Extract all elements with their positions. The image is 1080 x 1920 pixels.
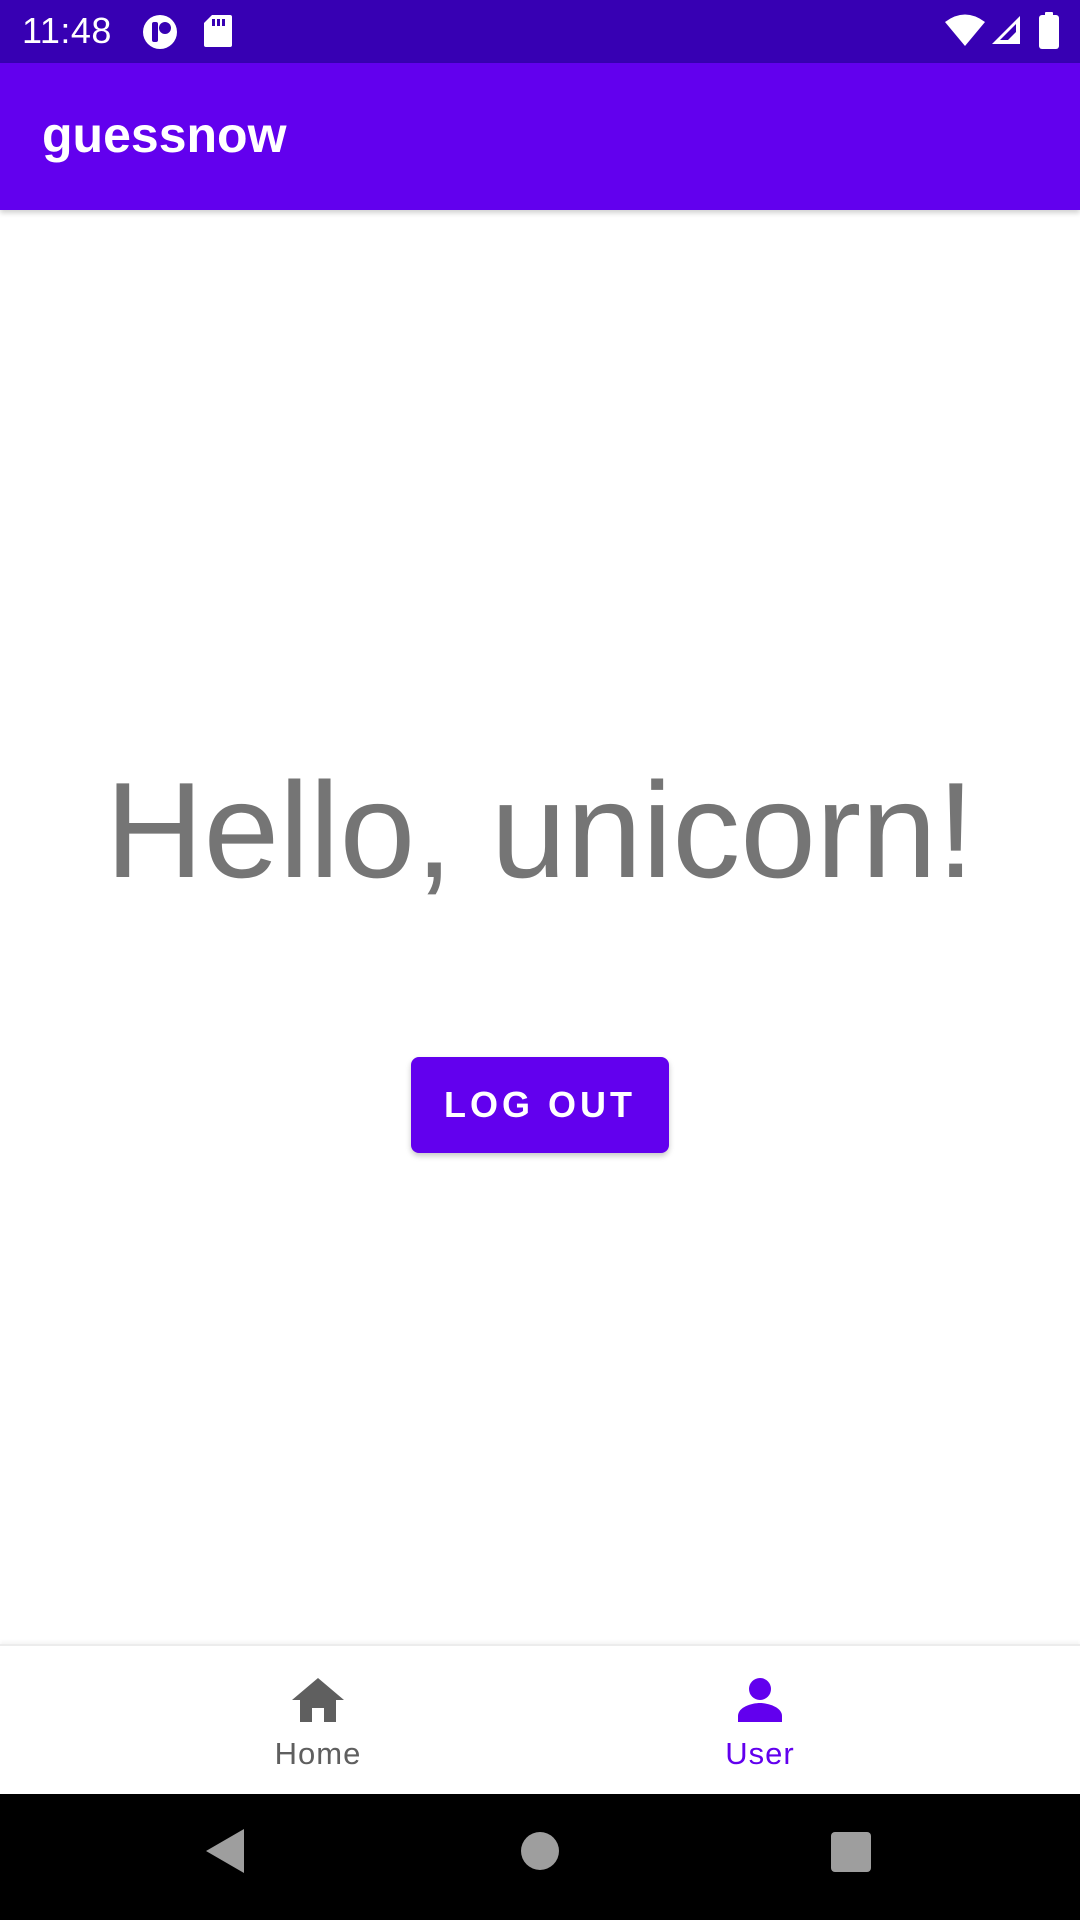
cellular-signal-icon (990, 14, 1022, 46)
status-time: 11:48 (22, 10, 112, 51)
system-navigation-bar (0, 1794, 1080, 1920)
home-circle-icon[interactable] (519, 1827, 561, 1875)
person-icon (736, 1676, 784, 1724)
greeting-text: Hello, unicorn! (105, 754, 975, 906)
home-icon (290, 1676, 346, 1724)
app-bar: guessnow (0, 63, 1080, 210)
battery-icon (1038, 12, 1060, 50)
bottom-nav-label-user: User (725, 1736, 795, 1771)
app-notification-icon (140, 12, 180, 52)
status-bar: 11:48 (0, 0, 1080, 63)
recents-icon[interactable] (830, 1827, 872, 1875)
bottom-navigation: Home User (0, 1644, 1080, 1796)
user-screen: Hello, unicorn! LOG OUT (0, 210, 1080, 1644)
app-title: guessnow (42, 107, 287, 163)
sd-card-icon (202, 13, 234, 49)
logout-button[interactable]: LOG OUT (411, 1057, 669, 1153)
bottom-nav-item-user[interactable]: User (490, 1646, 1030, 1796)
wifi-icon (944, 13, 986, 47)
back-icon[interactable] (204, 1827, 246, 1875)
